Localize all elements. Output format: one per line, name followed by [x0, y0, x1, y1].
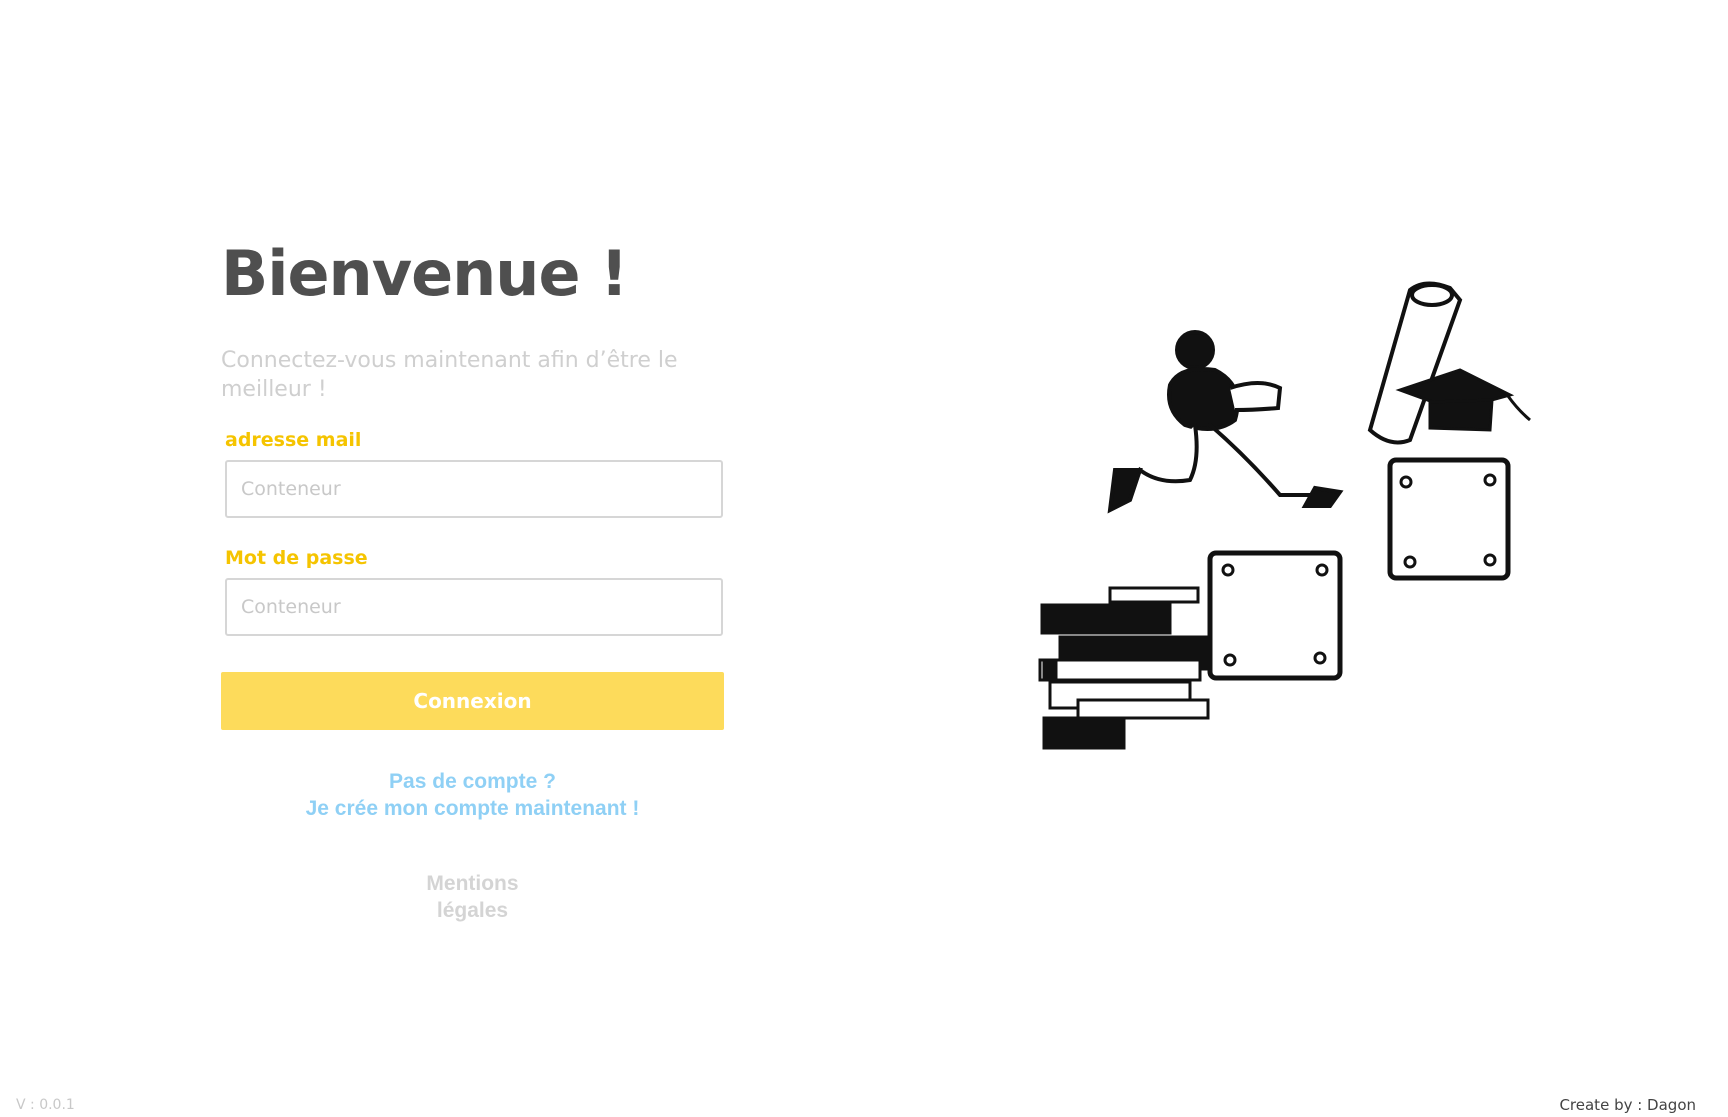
login-page: Bienvenue ! Connectez-vous maintenant af…: [0, 0, 1728, 1117]
legal-notice: Mentions légales: [221, 870, 724, 924]
signup-prompt: Pas de compte ? Je crée mon compte maint…: [221, 768, 724, 822]
password-field[interactable]: [225, 578, 723, 636]
password-label: Mot de passe: [225, 547, 368, 569]
legal-notice-link[interactable]: Mentions légales: [426, 872, 518, 922]
login-form-panel: Bienvenue ! Connectez-vous maintenant af…: [221, 232, 726, 924]
credit-text: Create by : Dagon: [1559, 1096, 1696, 1114]
page-subtitle: Connectez-vous maintenant afin d’être le…: [221, 348, 678, 402]
signup-question-link[interactable]: Pas de compte ?: [221, 768, 724, 795]
create-account-link[interactable]: Je crée mon compte maintenant !: [221, 795, 724, 822]
book-stack-icon: [1038, 586, 1212, 750]
legal-notice-line-2: légales: [436, 899, 509, 922]
email-label: adresse mail: [225, 429, 362, 451]
email-field[interactable]: [225, 460, 723, 518]
page-title: Bienvenue !: [221, 237, 628, 310]
student-running-up-steps-illustration: [1038, 281, 1531, 750]
box-step-lower-icon: [1207, 550, 1343, 681]
app-version: V : 0.0.1: [16, 1097, 75, 1113]
legal-notice-line-1: Mentions: [426, 872, 519, 895]
box-step-upper-icon: [1387, 457, 1511, 581]
login-button[interactable]: Connexion: [221, 672, 724, 730]
student-figure-icon: [1107, 330, 1344, 514]
